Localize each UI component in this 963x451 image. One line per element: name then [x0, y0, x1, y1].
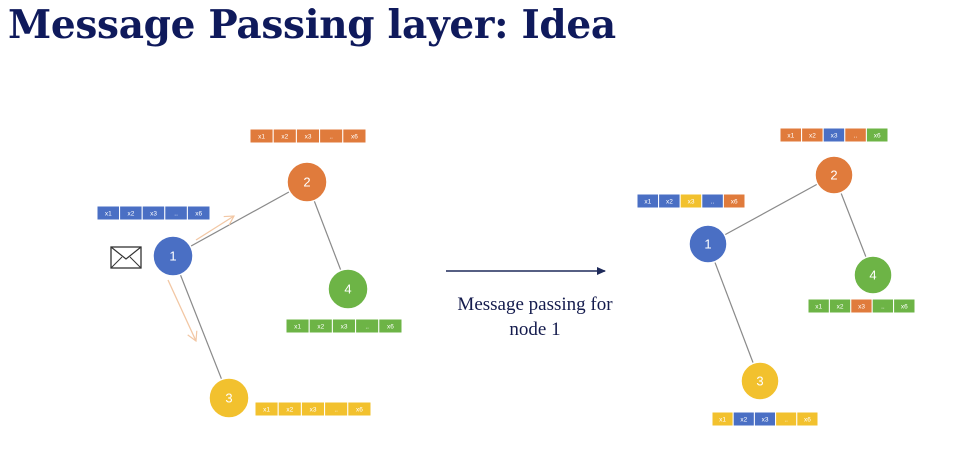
- feature-cell-label: x3: [688, 199, 695, 206]
- feature-cell-label: x2: [127, 211, 134, 218]
- feature-cell-label: x3: [305, 134, 312, 141]
- feature-cell-label: x6: [804, 417, 811, 424]
- feature-cell-label: ..: [881, 304, 885, 311]
- feature-cell-label: x1: [263, 407, 270, 414]
- feature-cell-label: x2: [740, 417, 747, 424]
- feature-cell-label: x3: [310, 407, 317, 414]
- before-edge-1-3: [172, 255, 230, 399]
- feature-cell-label: ..: [334, 407, 338, 414]
- feature-cell-label: x1: [258, 134, 265, 141]
- before-feature-vector-node-2: x1 x2 x3.. x6: [249, 128, 367, 144]
- feature-cell-label: x3: [831, 133, 838, 140]
- feature-cell-label: x3: [858, 304, 865, 311]
- before-node-3-label: 3: [225, 391, 232, 406]
- before-feature-vector-node-1: x1 x2 x3.. x6: [96, 205, 211, 221]
- after-graph: 1 2 3 4 x1 x2 x3.. x6 x1 x2 x3.. x6 x1 x2 x3.. x6 x1 x2 x3…: [636, 127, 916, 427]
- before-graph: 1 2 3 4 x1 x2 x3.. x6 x1 x2 x3.. x6 x1 x2 x3.. x6 x1 x2 x3…: [96, 128, 403, 419]
- after-node-2-label: 2: [830, 168, 837, 183]
- feature-cell-label: ..: [329, 134, 333, 141]
- feature-cell-label: x1: [105, 211, 112, 218]
- feature-cell-label: x6: [901, 304, 908, 311]
- after-node-3-label: 3: [756, 374, 763, 389]
- feature-cell-label: ..: [365, 324, 369, 331]
- envelope-icon: [110, 246, 142, 269]
- transition-caption-line-1: Message passing for: [457, 294, 613, 315]
- before-feature-vector-node-4: x1 x2 x3.. x6: [285, 318, 403, 334]
- message-passing-diagram: 1 2 3 4 x1 x2 x3.. x6 x1 x2 x3.. x6 x1 x2 x3.. x6 x1 x2 x3…: [96, 127, 916, 427]
- feature-cell-label: x2: [837, 304, 844, 311]
- feature-cell-label: x6: [731, 199, 738, 206]
- feature-cell-label: x6: [387, 324, 394, 331]
- feature-cell-label: x1: [787, 133, 794, 140]
- before-node-4-label: 4: [344, 282, 351, 297]
- transition-caption-line-2: node 1: [509, 319, 561, 340]
- after-feature-vector-node-3: x1 x2 x3.. x6: [711, 411, 819, 427]
- feature-cell-label: x2: [286, 407, 293, 414]
- feature-cell-label: x1: [815, 304, 822, 311]
- feature-cell-label: ..: [854, 133, 858, 140]
- after-edge-1-3: [707, 243, 761, 382]
- before-node-2-label: 2: [303, 175, 310, 190]
- feature-cell-label: ..: [711, 199, 715, 206]
- feature-cell-label: x6: [195, 211, 202, 218]
- feature-cell-label: x2: [317, 324, 324, 331]
- feature-cell-label: ..: [174, 211, 178, 218]
- after-node-1-label: 1: [704, 237, 711, 252]
- after-feature-vector-node-2: x1 x2 x3.. x6: [779, 127, 889, 143]
- feature-cell-label: x2: [281, 134, 288, 141]
- after-edge-1-2: [707, 174, 835, 245]
- before-feature-vector-node-3: x1 x2 x3.. x6: [254, 401, 372, 417]
- feature-cell-label: x3: [341, 324, 348, 331]
- before-node-1-label: 1: [169, 249, 176, 264]
- feature-cell-label: x1: [644, 199, 651, 206]
- feature-cell-label: x2: [809, 133, 816, 140]
- feature-cell-label: x3: [762, 417, 769, 424]
- feature-cell-label: x1: [719, 417, 726, 424]
- feature-cell-label: x6: [351, 134, 358, 141]
- feature-cell-label: x6: [874, 133, 881, 140]
- feature-cell-label: ..: [784, 417, 788, 424]
- feature-cell-label: x1: [294, 324, 301, 331]
- feature-cell-label: x3: [150, 211, 157, 218]
- after-feature-vector-node-1: x1 x2 x3.. x6: [636, 193, 746, 209]
- after-node-4-label: 4: [869, 268, 876, 283]
- feature-cell-label: x2: [666, 199, 673, 206]
- message-arrow-from-node-3: [167, 279, 196, 341]
- after-feature-vector-node-4: x1 x2 x3.. x6: [807, 298, 916, 314]
- feature-cell-label: x6: [356, 407, 363, 414]
